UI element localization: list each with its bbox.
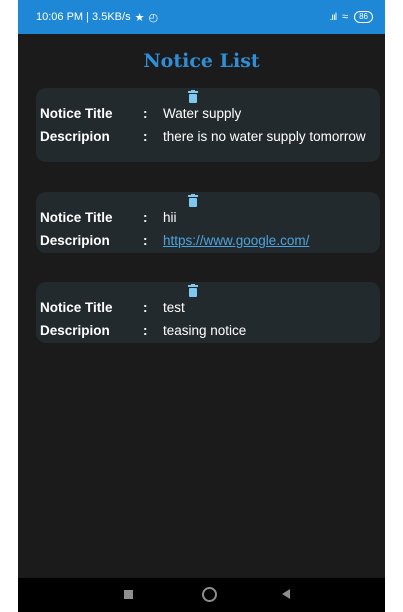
- timer-icon: ◴: [148, 11, 159, 24]
- notice-title-row: Notice Title : hii: [40, 210, 374, 225]
- notification-icon: ★: [134, 11, 145, 24]
- notice-card: Notice Title : hii Descripion : https://…: [36, 192, 380, 253]
- notice-title-value: test: [163, 300, 185, 315]
- notice-card: Notice Title : test Descripion : teasing…: [36, 282, 380, 343]
- notice-description-value: teasing notice: [163, 323, 247, 338]
- notice-title-value: hii: [163, 210, 177, 225]
- notice-description-value: there is no water supply tomorrow: [163, 129, 366, 144]
- signal-icon: .ııl: [329, 11, 337, 23]
- circle-icon[interactable]: [202, 587, 217, 602]
- notice-description-row: Descripion : teasing notice: [40, 323, 374, 338]
- battery-icon: 86: [354, 11, 373, 23]
- trash-icon[interactable]: [186, 194, 200, 208]
- phone-screen: 10:06 PM | 3.5KB/s ★ ◴ .ııl ≈ 86 Notice …: [18, 0, 385, 612]
- page-title: Notice List: [143, 50, 260, 72]
- navigation-bar: [18, 578, 385, 612]
- trash-icon[interactable]: [186, 90, 200, 104]
- status-bar: 10:06 PM | 3.5KB/s ★ ◴ .ııl ≈ 86: [18, 0, 385, 34]
- status-time: 10:06 PM | 3.5KB/s: [36, 11, 131, 23]
- wifi-icon: ≈: [342, 11, 349, 23]
- notice-description-label: Descripion: [40, 233, 110, 248]
- trash-icon[interactable]: [186, 284, 200, 298]
- colon: :: [143, 129, 148, 144]
- notice-title-label: Notice Title: [40, 210, 113, 225]
- notice-card: Notice Title : Water supply Descripion :…: [36, 88, 380, 162]
- notice-title-row: Notice Title : Water supply: [40, 106, 374, 121]
- notice-title-label: Notice Title: [40, 300, 113, 315]
- back-triangle-icon[interactable]: [282, 589, 290, 599]
- square-icon[interactable]: [124, 590, 133, 599]
- colon: :: [143, 210, 148, 225]
- notice-description-link[interactable]: https://www.google.com/: [163, 233, 374, 248]
- colon: :: [143, 300, 148, 315]
- notice-description-label: Descripion: [40, 129, 110, 144]
- notice-title-row: Notice Title : test: [40, 300, 374, 315]
- colon: :: [143, 106, 148, 121]
- colon: :: [143, 233, 148, 248]
- notice-title-value: Water supply: [163, 106, 242, 121]
- notice-description-row: Descripion : https://www.google.com/: [40, 233, 374, 248]
- notice-description-label: Descripion: [40, 323, 110, 338]
- notice-description-row: Descripion : there is no water supply to…: [40, 129, 374, 144]
- colon: :: [143, 323, 148, 338]
- notice-title-label: Notice Title: [40, 106, 113, 121]
